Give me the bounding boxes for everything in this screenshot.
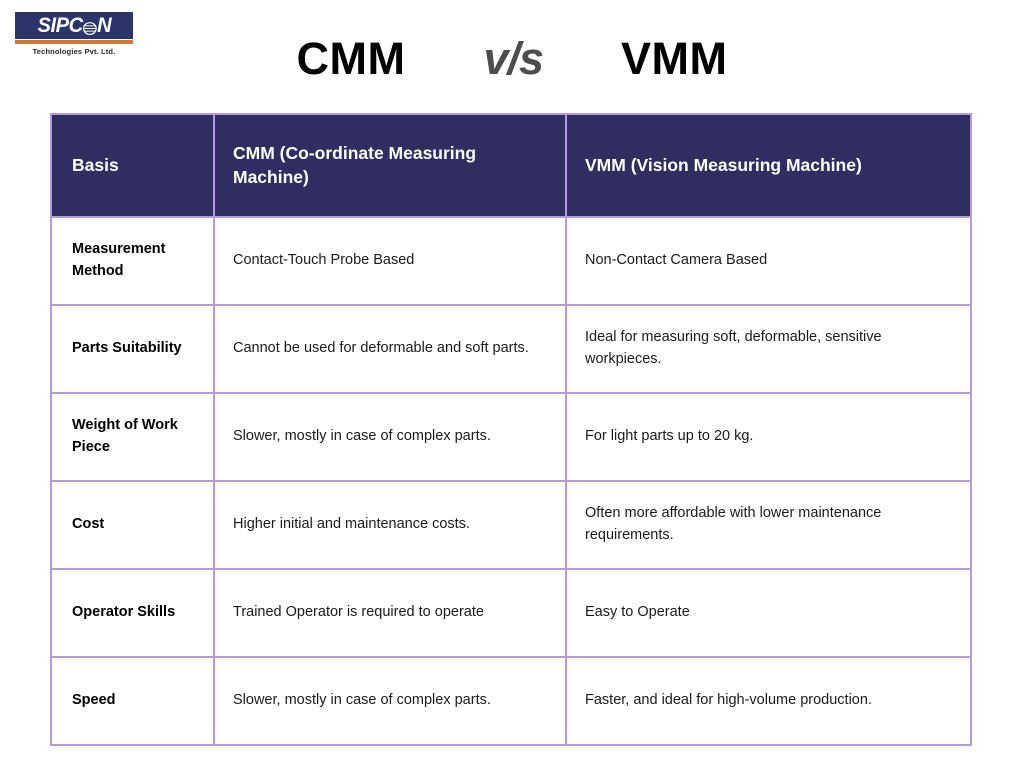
column-header-basis: Basis <box>50 113 215 218</box>
cell-cmm: Cannot be used for deformable and soft p… <box>213 304 567 394</box>
cell-vmm: Faster, and ideal for high-volume produc… <box>565 656 972 746</box>
title-left: CMM <box>296 33 406 84</box>
logo-badge: SIPC N <box>15 12 133 39</box>
table-row: Operator Skills Trained Operator is requ… <box>50 568 972 658</box>
table-header: Basis CMM (Co-ordinate Measuring Machine… <box>50 113 972 218</box>
cell-basis: Speed <box>50 656 215 746</box>
cell-cmm: Contact-Touch Probe Based <box>213 216 567 306</box>
cell-cmm: Higher initial and maintenance costs. <box>213 480 567 570</box>
cell-basis: Weight of Work Piece <box>50 392 215 482</box>
page-title: CMM v/s VMM <box>0 36 1024 81</box>
cell-basis: Cost <box>50 480 215 570</box>
cell-cmm: Slower, mostly in case of complex parts. <box>213 392 567 482</box>
table-row: Parts Suitability Cannot be used for def… <box>50 304 972 394</box>
table-header-row: Basis CMM (Co-ordinate Measuring Machine… <box>50 113 972 218</box>
cell-cmm: Slower, mostly in case of complex parts. <box>213 656 567 746</box>
table-row: Weight of Work Piece Slower, mostly in c… <box>50 392 972 482</box>
title-versus: v/s <box>483 33 544 84</box>
comparison-table: Basis CMM (Co-ordinate Measuring Machine… <box>50 113 972 746</box>
table-row: Speed Slower, mostly in case of complex … <box>50 656 972 746</box>
table-row: Measurement Method Contact-Touch Probe B… <box>50 216 972 306</box>
slide-canvas: SIPC N Technologies Pvt. Ltd. CMM v/s VM… <box>0 0 1024 768</box>
logo-text-part1: SIPC <box>37 14 83 37</box>
cell-vmm: Easy to Operate <box>565 568 972 658</box>
cell-vmm: For light parts up to 20 kg. <box>565 392 972 482</box>
cell-basis: Operator Skills <box>50 568 215 658</box>
cell-vmm: Often more affordable with lower mainten… <box>565 480 972 570</box>
logo-wordmark: SIPC N <box>37 15 111 36</box>
cell-vmm: Non-Contact Camera Based <box>565 216 972 306</box>
cell-cmm: Trained Operator is required to operate <box>213 568 567 658</box>
column-header-vmm: VMM (Vision Measuring Machine) <box>565 113 972 218</box>
table-body: Measurement Method Contact-Touch Probe B… <box>50 216 972 746</box>
title-right: VMM <box>621 33 728 84</box>
logo-text-part2: N <box>96 14 112 37</box>
globe-icon <box>82 19 97 35</box>
cell-basis: Parts Suitability <box>50 304 215 394</box>
column-header-cmm: CMM (Co-ordinate Measuring Machine) <box>213 113 567 218</box>
table-row: Cost Higher initial and maintenance cost… <box>50 480 972 570</box>
cell-basis: Measurement Method <box>50 216 215 306</box>
cell-vmm: Ideal for measuring soft, deformable, se… <box>565 304 972 394</box>
